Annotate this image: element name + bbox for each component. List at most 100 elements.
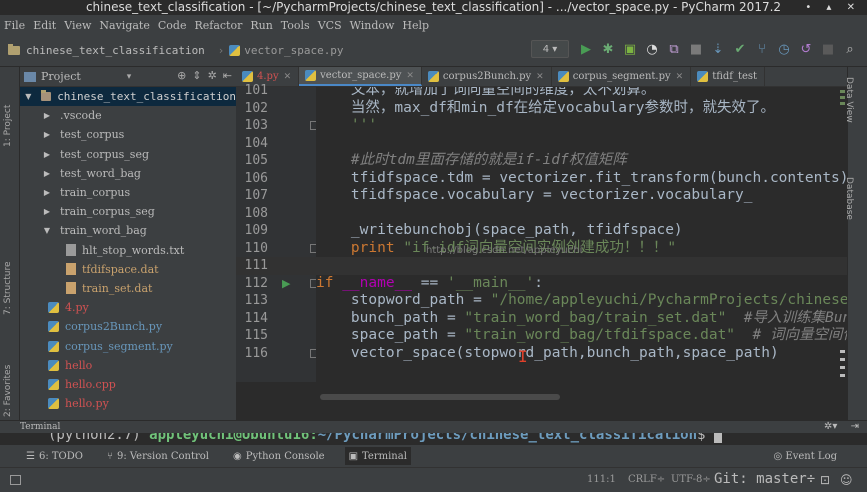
code-line[interactable]: stopword_path = "/home/appleyuchi/Pychar… <box>316 292 847 310</box>
expanded-arrow-icon[interactable]: ▼ <box>24 92 33 101</box>
collapsed-arrow-icon[interactable]: ▶ <box>42 111 52 120</box>
collapsed-arrow-icon[interactable]: ▶ <box>42 188 52 197</box>
bottom-tab[interactable]: ☰ 6: TODO <box>22 447 87 465</box>
menu-code[interactable]: Code <box>158 19 187 32</box>
code-line[interactable]: tfidfspace.vocabulary = vectorizer.vocab… <box>316 187 753 205</box>
concurrency-icon[interactable]: ⧉ <box>665 40 683 58</box>
menu-run[interactable]: Run <box>250 19 272 32</box>
editor-tab[interactable]: tfidf_test <box>691 67 766 86</box>
stop-grey-icon[interactable]: ■ <box>819 40 837 58</box>
editor-tab[interactable]: corpus_segment.py ✕ <box>552 67 692 86</box>
menu-window[interactable]: Window <box>350 19 395 32</box>
line-separator[interactable]: CRLF÷ <box>628 474 665 485</box>
tree-item[interactable]: ▶ train_corpus <box>20 183 236 202</box>
menu-refactor[interactable]: Refactor <box>194 19 242 32</box>
vcs-commit-icon[interactable]: ✔ <box>731 40 749 58</box>
event-log-tab[interactable]: ◎ Event Log <box>774 451 838 462</box>
tree-item[interactable]: ▶ test_corpus <box>20 125 236 144</box>
code-line[interactable]: bunch_path = "train_word_bag/train_set.d… <box>316 310 847 328</box>
collapsed-arrow-icon[interactable]: ▶ <box>42 150 52 159</box>
close-tab-icon[interactable]: ✕ <box>676 72 684 82</box>
expanded-arrow-icon[interactable]: ▼ <box>42 226 52 235</box>
code-line[interactable]: ''' <box>316 117 377 135</box>
favorites-tool-tab[interactable]: 2: Favorites <box>3 365 13 417</box>
editor-code-area[interactable]: 文本，就增加了词向量空间的维度，太不划算。 当然，max_df和min_df在给… <box>316 87 847 382</box>
menu-vcs[interactable]: VCS <box>318 19 342 32</box>
tree-item[interactable]: ▼ chinese_text_classification <box>20 87 236 107</box>
vcs-update-icon[interactable]: ⇣ <box>709 40 727 58</box>
tree-item[interactable]: ▼ train_word_bag <box>20 221 236 240</box>
tree-item[interactable]: train_set.dat <box>20 279 236 298</box>
code-line[interactable]: vector_space(stopword_path,bunch_path,sp… <box>316 345 779 363</box>
window-controls[interactable]: • ▴ ✕ <box>805 0 861 15</box>
tree-item[interactable]: 4.py <box>20 298 236 317</box>
horizontal-scrollbar[interactable] <box>316 382 847 404</box>
code-line[interactable]: #此时tdm里面存储的就是if-idf权值矩阵 <box>316 152 627 170</box>
coverage-icon[interactable]: ▣ <box>621 40 639 58</box>
project-panel-title[interactable]: Project <box>41 70 81 83</box>
collapsed-arrow-icon[interactable]: ▶ <box>42 207 52 216</box>
menu-edit[interactable]: Edit <box>33 19 56 32</box>
revert-icon[interactable]: ↺ <box>797 40 815 58</box>
horizontal-scrollbar-thumb[interactable] <box>320 394 560 400</box>
gear-icon[interactable]: ✲▾ <box>824 421 837 432</box>
code-line[interactable]: _writebunchobj(space_path, tfidfspace) <box>316 222 683 240</box>
project-tool-tab[interactable]: 1: Project <box>3 105 13 147</box>
vcs-branches-icon[interactable]: ⑂ <box>753 40 771 58</box>
close-tab-icon[interactable]: ✕ <box>284 72 292 82</box>
collapse-all-icon[interactable]: ⇕ <box>192 69 201 82</box>
code-line[interactable]: 当然，max_df和min_df在给定vocabulary参数时，就失效了。 <box>316 100 775 118</box>
menu-file[interactable]: File <box>4 19 25 32</box>
menu-view[interactable]: View <box>64 19 91 32</box>
stop-icon[interactable]: ■ <box>687 40 705 58</box>
hide-panel-icon[interactable]: ⇥ <box>851 421 859 432</box>
run-icon[interactable]: ▶ <box>577 40 595 58</box>
editor-tab[interactable]: vector_space.py ✕ <box>299 67 422 86</box>
tree-item[interactable]: ▶ test_word_bag <box>20 164 236 183</box>
file-encoding[interactable]: UTF-8÷ <box>671 474 711 485</box>
bottom-tab[interactable]: ⑂ 9: Version Control <box>103 447 213 465</box>
tree-item[interactable]: corpus2Bunch.py <box>20 317 236 336</box>
lock-icon[interactable]: ⊡ <box>820 473 830 487</box>
debug-icon[interactable]: ✱ <box>599 40 617 58</box>
tree-item[interactable]: hello <box>20 356 236 375</box>
structure-tool-tab[interactable]: 7: Structure <box>3 262 13 316</box>
run-configuration-select[interactable]: 4 ▾ <box>531 40 569 58</box>
breadcrumb-project[interactable]: chinese_text_classification <box>8 44 205 57</box>
tree-item[interactable]: corpus_segment.py <box>20 336 236 355</box>
tree-item[interactable]: ▶ train_corpus_seg <box>20 202 236 221</box>
hide-panel-icon[interactable]: ⇤ <box>223 69 232 82</box>
bottom-tab[interactable]: ◉ Python Console <box>229 447 329 465</box>
menu-help[interactable]: Help <box>402 19 429 32</box>
locate-icon[interactable]: ⊕ <box>177 69 186 82</box>
tree-item[interactable]: hello.py <box>20 394 236 413</box>
inspector-icon[interactable]: ☺ <box>840 473 853 487</box>
vcs-history-icon[interactable]: ◷ <box>775 40 793 58</box>
collapsed-arrow-icon[interactable]: ▶ <box>42 169 52 178</box>
tree-item[interactable]: ▶ test_corpus_seg <box>20 145 236 164</box>
code-line[interactable]: space_path = "train_word_bag/tfdifspace.… <box>316 327 847 345</box>
close-tab-icon[interactable]: ✕ <box>536 72 544 82</box>
tree-item[interactable]: hlt_stop_words.txt <box>20 241 236 260</box>
menu-navigate[interactable]: Navigate <box>99 19 149 32</box>
tree-item[interactable]: hello.cpp <box>20 375 236 394</box>
search-icon[interactable]: ⌕ <box>841 40 859 58</box>
git-branch[interactable]: Git: master÷ <box>714 471 815 487</box>
tree-item[interactable]: tfdifspace.dat <box>20 260 236 279</box>
collapsed-arrow-icon[interactable]: ▶ <box>42 130 52 139</box>
breadcrumb-file[interactable]: vector_space.py <box>229 44 344 57</box>
close-tab-icon[interactable]: ✕ <box>406 71 414 81</box>
run-gutter-icon[interactable]: ▶ <box>282 277 290 290</box>
code-line[interactable]: 文本，就增加了词向量空间的维度，太不划算。 <box>316 87 656 100</box>
code-line[interactable]: tfidfspace.tdm = vectorizer.fit_transfor… <box>316 170 847 188</box>
menu-tools[interactable]: Tools <box>281 19 310 32</box>
status-toggle-icon[interactable] <box>10 475 21 485</box>
editor-tab[interactable]: corpus2Bunch.py ✕ <box>422 67 552 86</box>
cursor-position[interactable]: 111:1 <box>587 474 616 485</box>
bottom-tab[interactable]: ▣ Terminal <box>344 447 411 465</box>
tree-item[interactable]: ▶ .vscode <box>20 106 236 125</box>
code-line[interactable]: if __name__ == '__main__': <box>316 275 543 293</box>
profile-icon[interactable]: ◔ <box>643 40 661 58</box>
gear-icon[interactable]: ✲ <box>208 69 217 82</box>
chevron-down-icon[interactable]: ▾ <box>127 72 132 82</box>
